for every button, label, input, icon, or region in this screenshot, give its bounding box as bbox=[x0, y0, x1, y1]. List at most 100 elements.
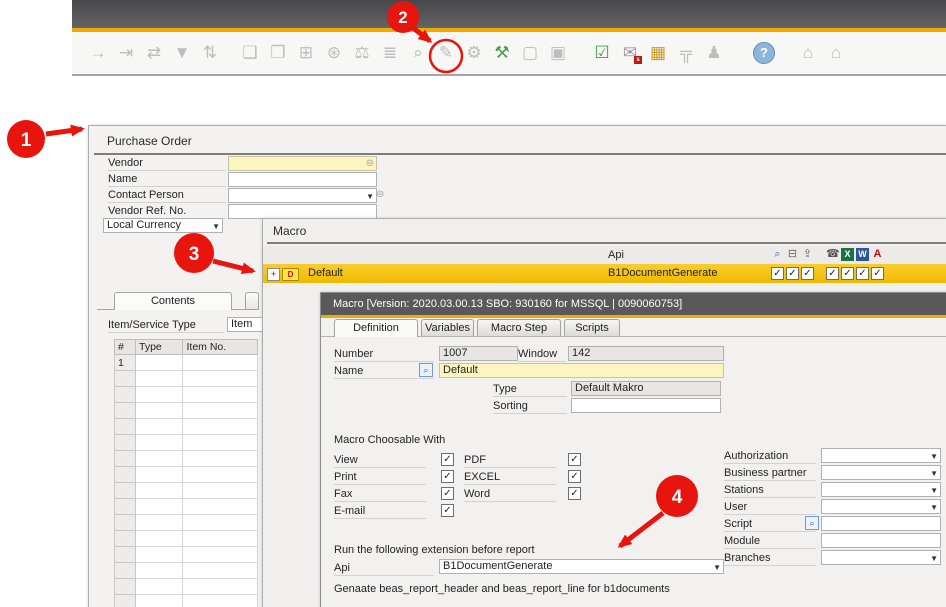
spreadsheet-icon[interactable]: ▦ bbox=[647, 42, 669, 64]
excel-message-icon[interactable]: ✉s bbox=[619, 42, 641, 64]
macro-row-checkbox[interactable] bbox=[801, 267, 814, 280]
preview-icon[interactable]: ⌕ bbox=[771, 248, 784, 261]
refresh-icon[interactable]: ⇄ bbox=[143, 42, 165, 64]
choosable-checkbox-view[interactable] bbox=[441, 453, 454, 466]
po-table-row[interactable] bbox=[115, 531, 258, 547]
excel-icon[interactable]: X bbox=[841, 248, 854, 261]
choosable-checkbox-e-mail[interactable] bbox=[441, 504, 454, 517]
remarks-icon[interactable]: ▢ bbox=[519, 42, 541, 64]
choosable-checkbox-print[interactable] bbox=[441, 470, 454, 483]
po-table-row[interactable] bbox=[115, 403, 258, 419]
folder-icon: D bbox=[282, 268, 299, 281]
name-input[interactable]: Default bbox=[439, 363, 724, 378]
contact-person-dropdown[interactable]: ▼ bbox=[228, 188, 377, 203]
choosable-checkbox-excel[interactable] bbox=[568, 470, 581, 483]
macro-row-checkbox[interactable] bbox=[771, 267, 784, 280]
po-table-row[interactable] bbox=[115, 435, 258, 451]
po-table-row[interactable] bbox=[115, 595, 258, 607]
vendor-ref-input[interactable] bbox=[228, 204, 377, 219]
base-documents-icon[interactable]: ≣ bbox=[379, 42, 401, 64]
po-table-row[interactable]: 1 bbox=[115, 355, 258, 371]
choose-from-list-icon[interactable]: ⊜ bbox=[366, 158, 374, 170]
sql-tools-icon[interactable]: ⚒ bbox=[491, 42, 513, 64]
macro-row-api: B1DocumentGenerate bbox=[608, 267, 717, 280]
branches-dropdown[interactable]: ▼ bbox=[821, 550, 941, 565]
choose-from-list-icon[interactable]: ⌕ bbox=[419, 363, 433, 377]
payment-wizard-icon[interactable]: ⊞ bbox=[295, 42, 317, 64]
sorting-input[interactable] bbox=[571, 398, 721, 413]
macro-row-checkbox[interactable] bbox=[841, 267, 854, 280]
authorization-dropdown[interactable]: ▼ bbox=[821, 448, 941, 463]
po-table-row[interactable] bbox=[115, 387, 258, 403]
business-partner-dropdown[interactable]: ▼ bbox=[821, 465, 941, 480]
next-record-icon[interactable]: → bbox=[87, 42, 109, 64]
item-service-type-value[interactable]: Item bbox=[227, 317, 265, 332]
currency-dropdown[interactable]: Local Currency ▼ bbox=[103, 218, 223, 233]
po-table-row[interactable] bbox=[115, 515, 258, 531]
dialog-title: Macro [Version: 2020.03.00.13 SBO: 93016… bbox=[321, 293, 946, 315]
vendor-input[interactable]: ⊜ bbox=[228, 156, 377, 171]
copy-to-icon[interactable]: ❐ bbox=[267, 42, 289, 64]
po-table-row[interactable] bbox=[115, 419, 258, 435]
po-table-row[interactable] bbox=[115, 467, 258, 483]
word-icon[interactable]: W bbox=[856, 248, 869, 261]
screen: →⇥⇄▼⇅❏❐⊞⊛⚖≣⌕✎⚙⚒▢▣☑✉s▦╦♟?⌂⌂ Purchase Orde… bbox=[0, 0, 946, 607]
choosable-checkbox-pdf[interactable] bbox=[568, 453, 581, 466]
help-icon[interactable]: ? bbox=[753, 42, 775, 64]
po-items-table[interactable]: #TypeItem No.1 bbox=[114, 339, 258, 607]
po-table-header: Type bbox=[136, 340, 183, 355]
print-icon[interactable]: ⊟ bbox=[786, 248, 799, 261]
query-icon[interactable]: ⌕ bbox=[407, 42, 429, 64]
checklist-icon[interactable]: ☑ bbox=[591, 42, 613, 64]
po-table-row[interactable] bbox=[115, 451, 258, 467]
payment-means-icon[interactable]: ⊛ bbox=[323, 42, 345, 64]
macro-default-row[interactable]: + D Default B1DocumentGenerate bbox=[263, 264, 946, 283]
macro-window-title: Macro bbox=[273, 224, 306, 238]
choose-from-list-icon[interactable]: ⌕ bbox=[805, 516, 819, 530]
org-chart-icon[interactable]: ╦ bbox=[675, 42, 697, 64]
macro-row-checkbox[interactable] bbox=[786, 267, 799, 280]
choosable-checkbox-fax[interactable] bbox=[441, 487, 454, 500]
choosable-checkbox-word[interactable] bbox=[568, 487, 581, 500]
tab-scripts[interactable]: Scripts bbox=[564, 319, 620, 336]
api-dropdown[interactable]: B1DocumentGenerate ▼ bbox=[439, 559, 724, 574]
sort-icon[interactable]: ⇅ bbox=[199, 42, 221, 64]
plant-settings-icon[interactable]: ⌂ bbox=[797, 42, 819, 64]
contact-choose-from-list-icon[interactable]: ⊜ bbox=[376, 189, 384, 201]
po-table-row[interactable] bbox=[115, 563, 258, 579]
last-record-icon[interactable]: ⇥ bbox=[115, 42, 137, 64]
stations-dropdown[interactable]: ▼ bbox=[821, 482, 941, 497]
module-input[interactable] bbox=[821, 533, 941, 548]
api-value: B1DocumentGenerate bbox=[443, 560, 552, 572]
contact-person-label: Contact Person bbox=[108, 189, 226, 203]
po-table-row[interactable] bbox=[115, 371, 258, 387]
po-table-row[interactable] bbox=[115, 499, 258, 515]
macro-row-checkbox[interactable] bbox=[856, 267, 869, 280]
script-input[interactable] bbox=[821, 516, 941, 531]
macro-row-checkbox[interactable] bbox=[871, 267, 884, 280]
tree-expand-icon[interactable]: + bbox=[267, 268, 280, 281]
tab-variables[interactable]: Variables bbox=[421, 319, 474, 336]
tab-macro-step[interactable]: Macro Step bbox=[477, 319, 561, 336]
user-dropdown[interactable]: ▼ bbox=[821, 499, 941, 514]
po-table-row[interactable] bbox=[115, 483, 258, 499]
form-settings-icon[interactable]: ⚙ bbox=[463, 42, 485, 64]
po-table-row[interactable] bbox=[115, 547, 258, 563]
tab-contents[interactable]: Contents bbox=[114, 292, 232, 310]
plant-settings-2-icon[interactable]: ⌂ bbox=[825, 42, 847, 64]
filter-icon[interactable]: ▼ bbox=[171, 42, 193, 64]
signature-icon[interactable]: ✎ bbox=[435, 42, 457, 64]
tab-fragment[interactable] bbox=[245, 292, 259, 309]
gross-profit-icon[interactable]: ⚖ bbox=[351, 42, 373, 64]
type-label: Type bbox=[493, 383, 567, 397]
copy-from-icon[interactable]: ❏ bbox=[239, 42, 261, 64]
export-icon[interactable]: ⇪ bbox=[801, 248, 814, 261]
add-remarks-icon[interactable]: ▣ bbox=[547, 42, 569, 64]
po-table-row[interactable] bbox=[115, 579, 258, 595]
fax-icon[interactable]: ☎ bbox=[826, 248, 839, 261]
macro-row-checkbox[interactable] bbox=[826, 267, 839, 280]
employee-icon[interactable]: ♟ bbox=[703, 42, 725, 64]
tab-definition[interactable]: Definition bbox=[334, 319, 418, 337]
vendor-name-input[interactable] bbox=[228, 172, 377, 187]
pdf-icon[interactable]: A bbox=[871, 248, 884, 261]
